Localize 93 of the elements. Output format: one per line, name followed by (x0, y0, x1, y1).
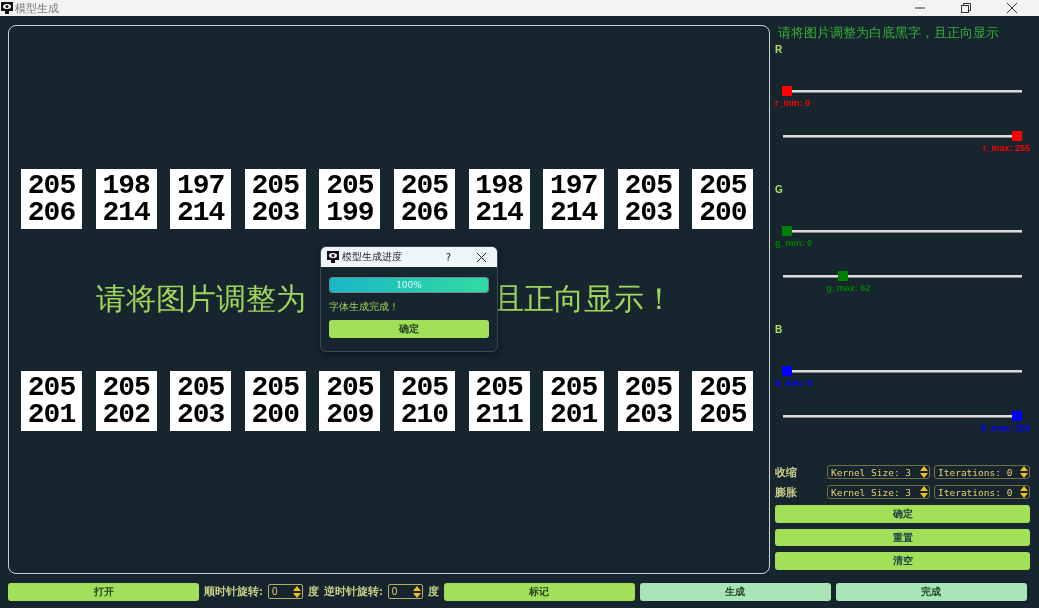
row-label: 收缩 (775, 464, 798, 480)
number-text: 205 (624, 374, 672, 401)
number-text: 205 (624, 172, 672, 199)
instruction-text: 请将图片调整为 (96, 280, 306, 318)
number-text: 198 (475, 172, 523, 199)
number-text: 197 (176, 172, 225, 199)
spin-box[interactable]: Iterations: 0 (934, 465, 1030, 480)
spin-arrows-icon[interactable] (920, 485, 928, 500)
action-button[interactable]: 清空 (775, 552, 1030, 571)
slider-label: r_max: 255 (982, 142, 1030, 153)
number-text: 205 (549, 374, 598, 401)
spin-arrows-icon[interactable] (1020, 465, 1028, 480)
number-text: 203 (624, 401, 672, 428)
number-text: 203 (251, 199, 299, 226)
field-label: 度 (307, 584, 319, 599)
number-text: 206 (27, 199, 76, 226)
number-text: 209 (326, 401, 374, 428)
number-text: 214 (102, 199, 150, 226)
spin-arrows-icon[interactable] (920, 465, 928, 480)
spin-box[interactable]: 0 (387, 584, 423, 599)
number-text: 205 (475, 374, 523, 401)
number-text: 210 (400, 401, 449, 428)
number-text: 199 (326, 199, 374, 226)
number-text: 202 (102, 401, 150, 428)
slider-label: b_max: 255 (980, 423, 1030, 434)
number-text: 201 (27, 401, 76, 428)
close-icon[interactable] (477, 252, 486, 262)
slider[interactable] (782, 366, 1022, 377)
status-message: 字体生成完成！ (329, 300, 399, 314)
number-text: 214 (176, 199, 225, 226)
confirm-button[interactable]: 确定 (329, 320, 489, 338)
channel-label: B (775, 324, 784, 337)
number-text: 214 (549, 199, 598, 226)
spin-box[interactable]: 0 (267, 584, 303, 599)
restore-icon[interactable] (961, 3, 971, 13)
number-text: 200 (699, 199, 747, 226)
number-text: 214 (475, 199, 523, 226)
number-text: 205 (102, 374, 150, 401)
slider-label: r_min: 0 (775, 97, 810, 108)
number-text: 205 (699, 374, 747, 401)
number-text: 205 (400, 374, 449, 401)
slider[interactable] (782, 226, 1022, 236)
instruction-text: 且正向显示！ (494, 280, 674, 318)
number-text: 205 (27, 172, 76, 199)
number-text: 201 (549, 401, 598, 428)
progress-text: 100% (395, 279, 423, 292)
help-button[interactable]: ? (445, 251, 451, 263)
action-button[interactable]: 生成 (639, 582, 831, 601)
number-text: 205 (251, 374, 299, 401)
number-text: 200 (251, 401, 299, 428)
app-icon (327, 251, 339, 263)
window-title: 模型生成 (15, 0, 59, 16)
spin-arrows-icon[interactable] (1020, 485, 1028, 500)
spin-arrows-icon[interactable] (412, 584, 421, 599)
number-text: 205 (27, 374, 76, 401)
number-text: 205 (176, 374, 225, 401)
spin-box[interactable]: Kernel Size: 3 (827, 485, 930, 500)
field-label: 顺时针旋转: (204, 584, 263, 599)
action-button[interactable]: 打开 (8, 582, 199, 601)
number-text: 205 (699, 401, 747, 428)
action-button[interactable]: 重置 (775, 528, 1030, 547)
dialog-title: 模型生成进度 (342, 250, 402, 264)
channel-label: R (775, 43, 784, 56)
number-text: 205 (400, 172, 449, 199)
number-text: 198 (102, 172, 150, 199)
number-text: 206 (400, 199, 449, 226)
action-button[interactable]: 标记 (443, 582, 635, 601)
slider-label: g_min: 0 (775, 238, 812, 248)
slider-label: g_max: 62 (826, 283, 871, 294)
spin-arrows-icon[interactable] (292, 584, 301, 599)
slider[interactable] (782, 85, 1022, 96)
action-button[interactable]: 完成 (835, 582, 1027, 601)
number-text: 205 (326, 172, 374, 199)
slider-label: b_min: 0 (775, 378, 812, 389)
number-text: 211 (475, 401, 523, 428)
close-icon[interactable] (1007, 3, 1017, 13)
spin-box[interactable]: Kernel Size: 3 (827, 465, 930, 480)
number-text: 203 (624, 199, 672, 226)
number-text: 205 (326, 374, 374, 401)
slider[interactable] (782, 411, 1022, 422)
number-text: 205 (251, 172, 299, 199)
spin-box[interactable]: Iterations: 0 (934, 485, 1030, 500)
slider[interactable] (782, 271, 1022, 282)
number-text: 197 (549, 172, 598, 199)
field-label: 度 (427, 584, 439, 599)
field-label: 逆时针旋转: (323, 584, 383, 599)
action-button[interactable]: 确定 (775, 504, 1030, 523)
row-label: 膨胀 (775, 484, 798, 500)
channel-label: G (775, 184, 784, 196)
instruction-text: 请将图片调整为白底黑字，且正向显示 (778, 26, 1000, 40)
slider[interactable] (782, 130, 1022, 141)
number-text: 203 (176, 401, 225, 428)
number-text: 205 (699, 172, 747, 199)
